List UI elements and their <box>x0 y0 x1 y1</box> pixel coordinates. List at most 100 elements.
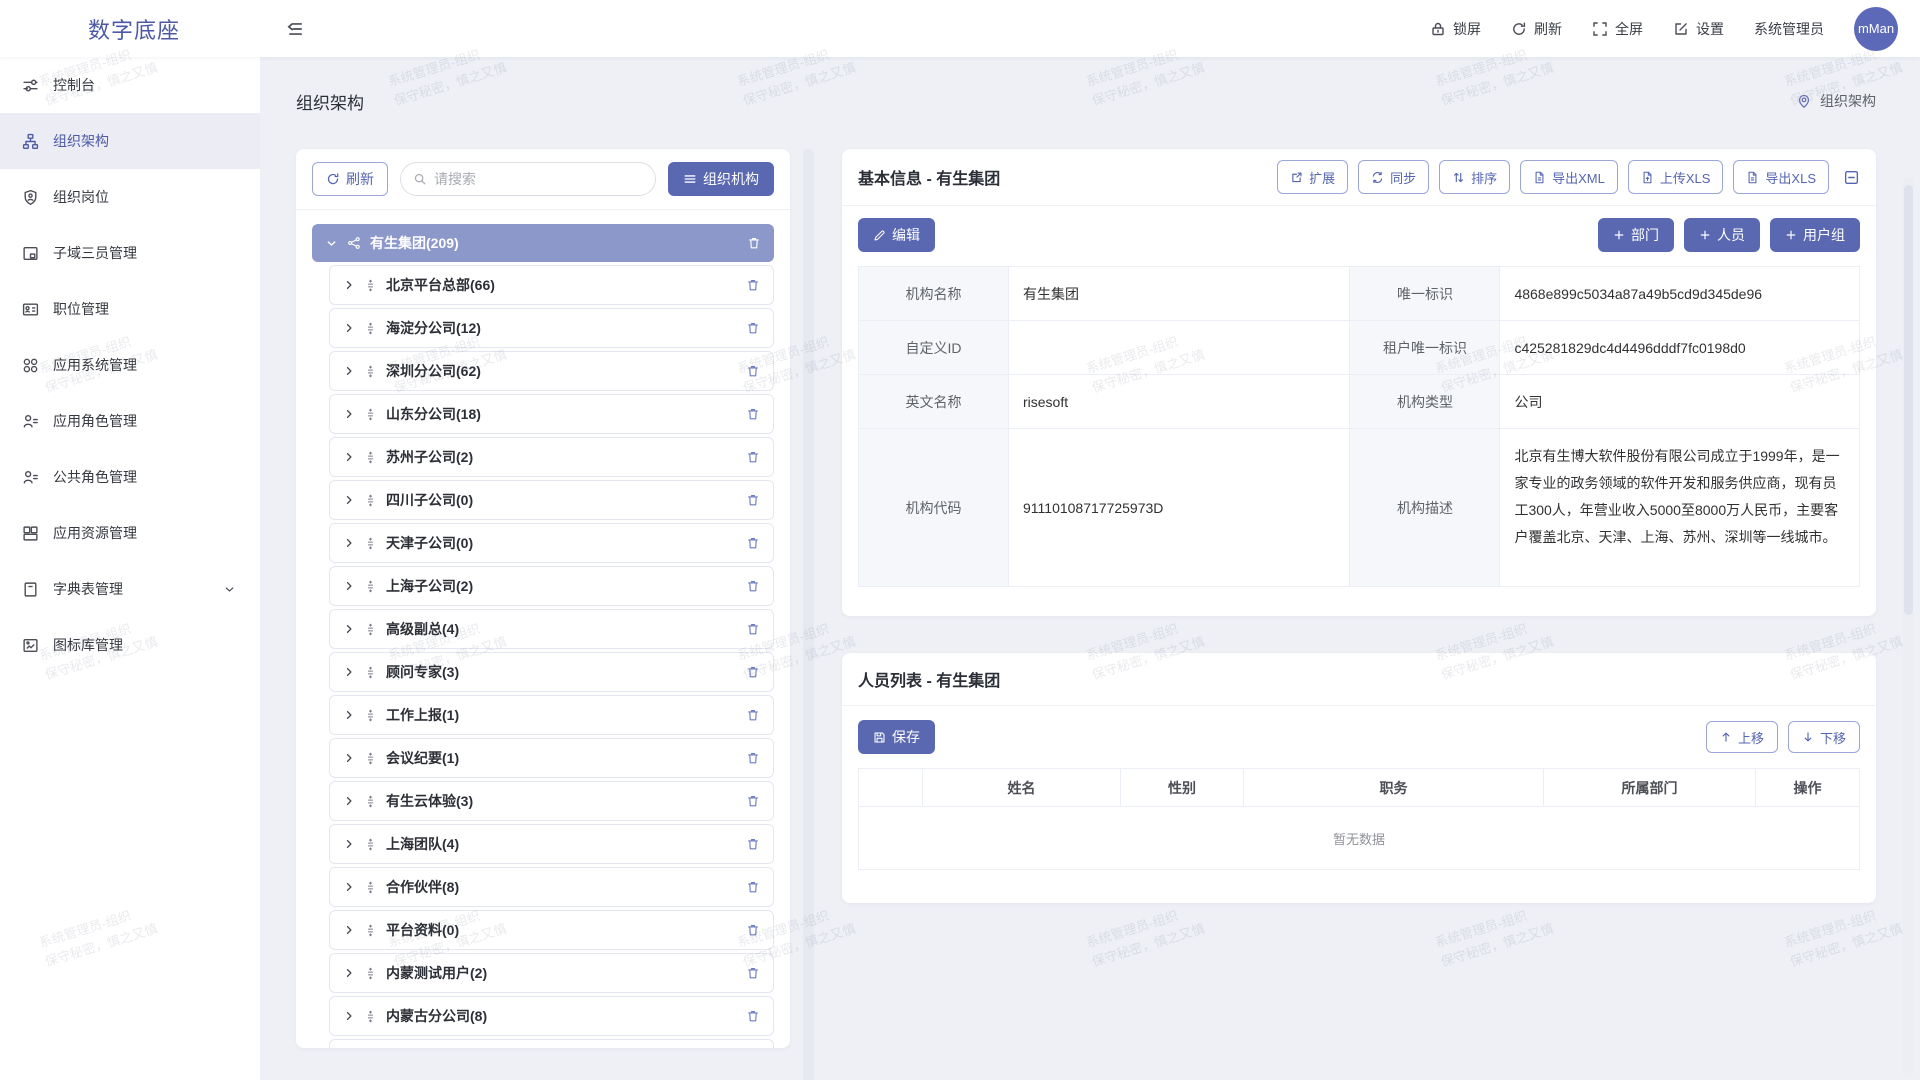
sidebar-item-app-resource-mgmt[interactable]: 应用资源管理 <box>0 505 260 561</box>
drag-handle-icon[interactable] <box>364 580 377 593</box>
add-user-group-button[interactable]: 用户组 <box>1770 218 1860 252</box>
drag-handle-icon[interactable] <box>364 322 377 335</box>
tree-node[interactable]: 山东分公司(18) <box>329 394 774 434</box>
settings-button[interactable]: 设置 <box>1673 19 1724 39</box>
drag-handle-icon[interactable] <box>364 623 377 636</box>
delete-icon[interactable] <box>746 407 760 421</box>
delete-icon[interactable] <box>746 1009 760 1023</box>
export-xls-button[interactable]: 导出XLS <box>1733 160 1829 194</box>
drag-handle-icon[interactable] <box>364 279 377 292</box>
edit-button[interactable]: 编辑 <box>858 218 935 252</box>
tree-node[interactable]: 会议纪要(1) <box>329 738 774 778</box>
avatar[interactable]: mMan <box>1854 7 1898 51</box>
drag-handle-icon[interactable] <box>364 881 377 894</box>
tree-node[interactable]: 有生云体验(3) <box>329 781 774 821</box>
refresh-button[interactable]: 刷新 <box>1511 19 1562 39</box>
delete-icon[interactable] <box>746 923 760 937</box>
tree-node[interactable]: 工作上报(1) <box>329 695 774 735</box>
tree-node[interactable]: 苏州子公司(2) <box>329 437 774 477</box>
drag-handle-icon[interactable] <box>364 451 377 464</box>
drag-handle-icon[interactable] <box>364 666 377 679</box>
sidebar-item-position-mgmt[interactable]: 职位管理 <box>0 281 260 337</box>
tree-node[interactable]: 合作伙伴(8) <box>329 867 774 907</box>
chevron-right-icon[interactable] <box>343 1010 355 1022</box>
tree-node[interactable]: 内蒙古分公司(8) <box>329 996 774 1036</box>
chevron-right-icon[interactable] <box>343 537 355 549</box>
sort-button[interactable]: 排序 <box>1439 160 1510 194</box>
sidebar-item-icon-library[interactable]: 图标库管理 <box>0 617 260 673</box>
chevron-right-icon[interactable] <box>343 451 355 463</box>
chevron-right-icon[interactable] <box>343 365 355 377</box>
delete-icon[interactable] <box>746 966 760 980</box>
chevron-right-icon[interactable] <box>343 967 355 979</box>
tree-node[interactable]: 北京平台总部(66) <box>329 265 774 305</box>
move-down-button[interactable]: 下移 <box>1788 721 1860 753</box>
drag-handle-icon[interactable] <box>364 1010 377 1023</box>
tree-search-input[interactable] <box>434 171 643 187</box>
chevron-down-icon[interactable] <box>223 583 236 596</box>
drag-handle-icon[interactable] <box>364 709 377 722</box>
tree-refresh-button[interactable]: 刷新 <box>312 162 388 196</box>
chevron-right-icon[interactable] <box>343 580 355 592</box>
delete-icon[interactable] <box>747 236 761 250</box>
drag-handle-icon[interactable] <box>364 408 377 421</box>
add-person-button[interactable]: 人员 <box>1684 218 1760 252</box>
save-button[interactable]: 保存 <box>858 720 935 754</box>
chevron-right-icon[interactable] <box>343 795 355 807</box>
delete-icon[interactable] <box>746 321 760 335</box>
current-user[interactable]: 系统管理员 <box>1754 19 1824 39</box>
fullscreen-button[interactable]: 全屏 <box>1592 19 1643 39</box>
sync-button[interactable]: 同步 <box>1358 160 1429 194</box>
scrollbar-thumb[interactable] <box>1904 185 1913 615</box>
delete-icon[interactable] <box>746 622 760 636</box>
collapse-sidebar-icon[interactable] <box>286 20 304 38</box>
tree-node[interactable]: 高级副总(4) <box>329 609 774 649</box>
delete-icon[interactable] <box>746 665 760 679</box>
chevron-right-icon[interactable] <box>343 881 355 893</box>
delete-icon[interactable] <box>746 579 760 593</box>
collapse-panel-icon[interactable] <box>1843 169 1860 186</box>
drag-handle-icon[interactable] <box>364 838 377 851</box>
sidebar-item-org-post[interactable]: 组织岗位 <box>0 169 260 225</box>
delete-icon[interactable] <box>746 493 760 507</box>
sidebar-item-app-system-mgmt[interactable]: 应用系统管理 <box>0 337 260 393</box>
org-structure-button[interactable]: 组织机构 <box>668 162 774 196</box>
chevron-right-icon[interactable] <box>343 752 355 764</box>
tree-root-node[interactable]: 有生集团(209) <box>312 224 774 262</box>
delete-icon[interactable] <box>746 794 760 808</box>
tree-node[interactable]: 上海团队(4) <box>329 824 774 864</box>
tree-node[interactable]: 平台资料(0) <box>329 910 774 950</box>
drag-handle-icon[interactable] <box>364 924 377 937</box>
chevron-right-icon[interactable] <box>343 709 355 721</box>
sidebar-item-dictionary-mgmt[interactable]: 字典表管理 <box>0 561 260 617</box>
chevron-right-icon[interactable] <box>343 924 355 936</box>
chevron-right-icon[interactable] <box>343 279 355 291</box>
expand-button[interactable]: 扩展 <box>1277 160 1348 194</box>
sidebar-item-subdomain-admins[interactable]: 子域三员管理 <box>0 225 260 281</box>
tree-node[interactable]: 顾问专家(3) <box>329 652 774 692</box>
sidebar-item-app-role-mgmt[interactable]: 应用角色管理 <box>0 393 260 449</box>
tree-node[interactable]: 内蒙测试用户(2) <box>329 953 774 993</box>
sidebar-item-org-structure[interactable]: 组织架构 <box>0 113 260 169</box>
delete-icon[interactable] <box>746 751 760 765</box>
page-scrollbar[interactable] <box>1903 177 1914 1076</box>
drag-handle-icon[interactable] <box>364 365 377 378</box>
chevron-right-icon[interactable] <box>343 494 355 506</box>
delete-icon[interactable] <box>746 837 760 851</box>
tree-node[interactable]: 管理员组(9) <box>329 1039 774 1048</box>
chevron-right-icon[interactable] <box>343 838 355 850</box>
lock-screen-button[interactable]: 锁屏 <box>1430 19 1481 39</box>
panel-splitter[interactable] <box>803 149 814 1080</box>
drag-handle-icon[interactable] <box>364 967 377 980</box>
chevron-right-icon[interactable] <box>343 666 355 678</box>
chevron-down-icon[interactable] <box>325 237 338 250</box>
chevron-right-icon[interactable] <box>343 322 355 334</box>
delete-icon[interactable] <box>746 880 760 894</box>
delete-icon[interactable] <box>746 536 760 550</box>
add-department-button[interactable]: 部门 <box>1598 218 1674 252</box>
sidebar-item-public-role-mgmt[interactable]: 公共角色管理 <box>0 449 260 505</box>
tree-node[interactable]: 深圳分公司(62) <box>329 351 774 391</box>
delete-icon[interactable] <box>746 708 760 722</box>
upload-xls-button[interactable]: 上传XLS <box>1628 160 1724 194</box>
sidebar-item-console[interactable]: 控制台 <box>0 57 260 113</box>
